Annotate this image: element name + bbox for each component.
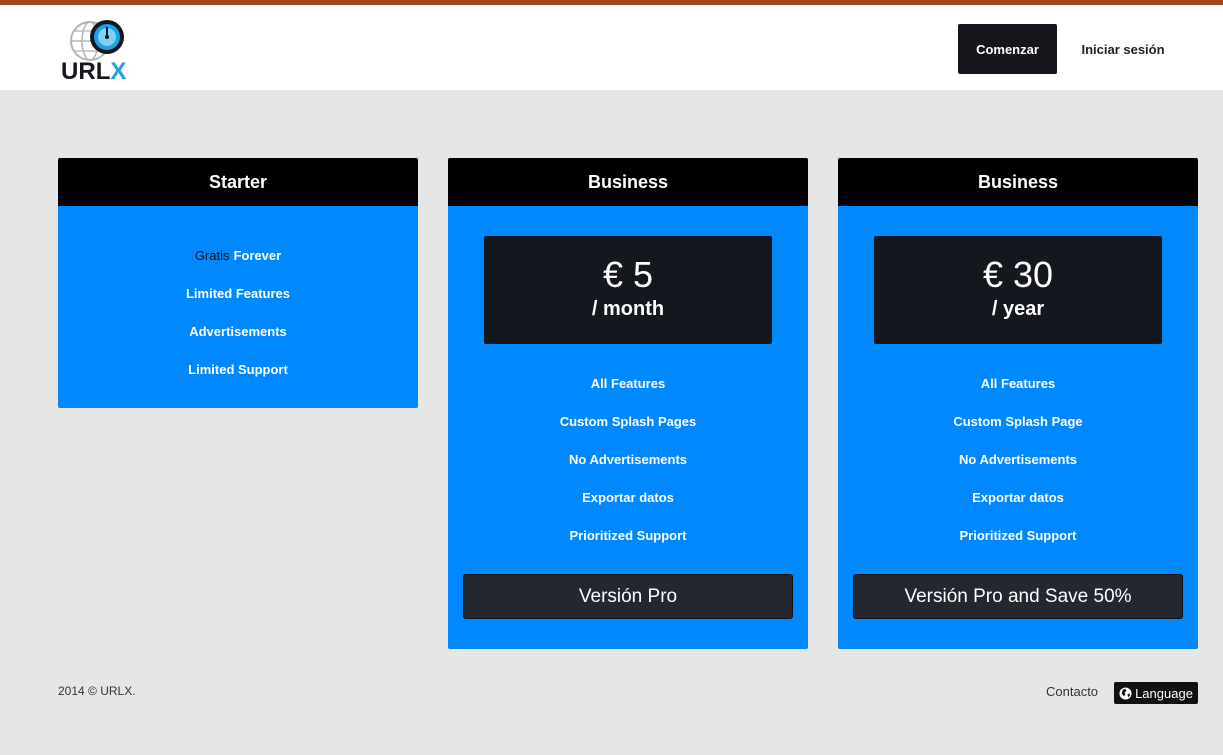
feature-item: Advertisements — [189, 323, 287, 339]
language-button[interactable]: Language — [1114, 682, 1198, 704]
plan-card-business-monthly: Business € 5 / month All Features Custom… — [448, 158, 808, 649]
price-period: / month — [591, 298, 665, 320]
start-button[interactable]: Comenzar — [958, 24, 1057, 74]
language-label: Language — [1135, 685, 1193, 701]
feature-list: All Features Custom Splash Page No Adver… — [838, 364, 1198, 554]
pro-monthly-button[interactable]: Versión Pro — [463, 574, 793, 619]
login-link[interactable]: Iniciar sesión — [1064, 24, 1182, 74]
feature-text: Forever — [233, 247, 282, 263]
site-header: URLX Comenzar Iniciar sesión — [0, 5, 1223, 90]
feature-item: Prioritized Support — [959, 527, 1077, 543]
feature-item: Gratis Forever — [58, 236, 418, 274]
price-value: € 30 — [982, 254, 1054, 295]
feature-item: Limited Support — [188, 361, 288, 377]
gratis-label: Gratis — [194, 247, 230, 263]
price-value: € 5 — [602, 254, 654, 295]
feature-item: All Features — [980, 375, 1056, 391]
plan-title: Business — [838, 158, 1198, 206]
contact-link[interactable]: Contacto — [1046, 684, 1098, 699]
clock-icon — [90, 20, 124, 54]
feature-item: Prioritized Support — [569, 527, 687, 543]
copyright-text: 2014 © URLX. — [58, 684, 136, 698]
feature-item: Custom Splash Page — [953, 413, 1083, 429]
plan-title: Starter — [58, 158, 418, 206]
feature-item: Exportar datos — [582, 489, 674, 505]
feature-item: Exportar datos — [972, 489, 1064, 505]
price-period: / year — [991, 298, 1045, 320]
plan-card-business-yearly: Business € 30 / year All Features Custom… — [838, 158, 1198, 649]
feature-item: No Advertisements — [959, 451, 1077, 467]
urlx-logo[interactable]: URLX — [60, 15, 142, 81]
globe-icon — [1119, 686, 1132, 700]
logo-text: URLX — [61, 58, 126, 81]
price-box: € 5 / month — [484, 236, 772, 344]
feature-item: Custom Splash Pages — [559, 413, 697, 429]
pro-yearly-button[interactable]: Versión Pro and Save 50% — [853, 574, 1183, 619]
feature-list: All Features Custom Splash Pages No Adve… — [448, 364, 808, 554]
plan-card-starter: Starter Gratis Forever Limited Features … — [58, 158, 418, 408]
feature-item: No Advertisements — [569, 451, 687, 467]
plan-title: Business — [448, 158, 808, 206]
feature-item: All Features — [590, 375, 666, 391]
feature-list: Gratis Forever Limited Features Advertis… — [58, 206, 418, 388]
feature-item: Limited Features — [185, 285, 291, 301]
price-box: € 30 / year — [874, 236, 1162, 344]
